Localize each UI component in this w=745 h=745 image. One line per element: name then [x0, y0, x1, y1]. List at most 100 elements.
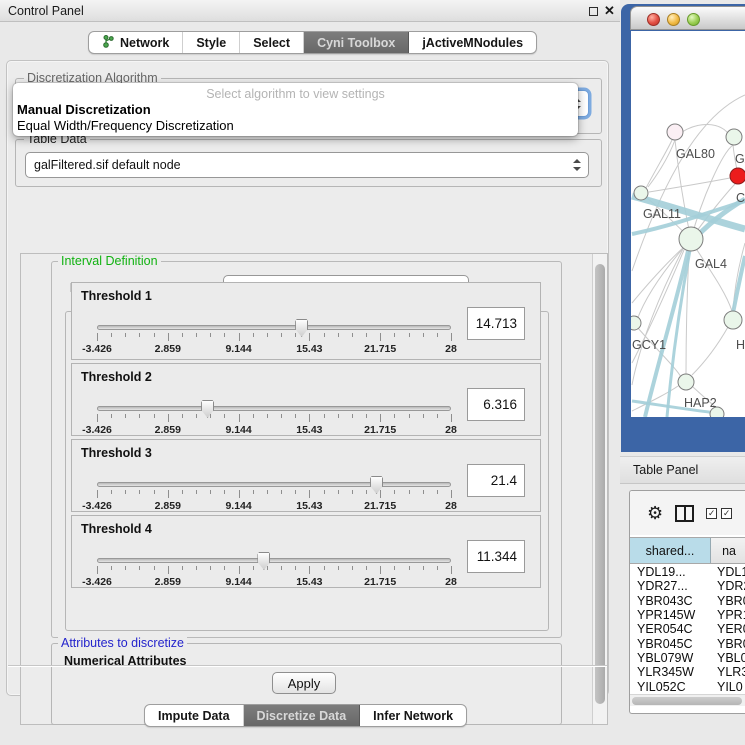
network-window: GAL80GACGAL11GAL4GCY1HHAP2 — [621, 4, 745, 452]
network-edge-weighted — [667, 245, 691, 417]
cell-name: YDL1 — [711, 565, 745, 579]
close-traffic-light-icon[interactable] — [647, 13, 660, 26]
threshold-slider-track[interactable] — [97, 558, 451, 563]
tick-label: 15.43 — [296, 424, 322, 436]
threshold-value-field[interactable]: 6.316 — [467, 388, 525, 421]
tick-label: 15.43 — [296, 500, 322, 512]
attributes-group-label: Attributes to discretize — [58, 637, 187, 650]
network-node-gal4[interactable] — [679, 227, 703, 251]
dropdown-option[interactable]: Equal Width/Frequency Discretization — [17, 118, 234, 133]
tick-label: -3.426 — [82, 500, 112, 512]
tab-impute-data[interactable]: Impute Data — [145, 705, 244, 726]
network-node-gal11[interactable] — [634, 186, 648, 200]
network-node-h[interactable] — [724, 311, 742, 329]
tab-network[interactable]: Network — [89, 32, 183, 53]
network-node[interactable] — [710, 407, 724, 417]
tick-label: 2.859 — [155, 576, 181, 588]
tick-label: 9.144 — [225, 343, 251, 355]
column-header-name[interactable]: na — [711, 538, 745, 563]
cell-shared-name: YER054C — [630, 622, 711, 636]
vertical-scrollbar[interactable] — [592, 254, 607, 724]
network-edge — [648, 140, 675, 187]
tick-label: 9.144 — [225, 424, 251, 436]
cell-shared-name: YLR345W — [630, 665, 711, 679]
threshold-label: Threshold 2 — [81, 370, 152, 384]
horizontal-scrollbar[interactable] — [630, 694, 745, 706]
threshold-value-field[interactable]: 14.713 — [467, 307, 525, 340]
network-node-c[interactable] — [730, 168, 745, 184]
table-row[interactable]: YIL052CYIL0 — [630, 679, 745, 693]
checkbox-checked-icon[interactable]: ✓ — [721, 508, 732, 519]
network-node-gcy1[interactable] — [631, 316, 641, 330]
network-canvas[interactable]: GAL80GACGAL11GAL4GCY1HHAP2 — [631, 31, 745, 417]
threshold-value-field[interactable]: 11.344 — [467, 540, 525, 573]
table-row[interactable]: YER054CYER0 — [630, 622, 745, 636]
zoom-traffic-light-icon[interactable] — [687, 13, 700, 26]
slider-ticks — [97, 414, 451, 422]
tab-discretize-data[interactable]: Discretize Data — [244, 705, 361, 726]
table-row[interactable]: YDR27...YDR2 — [630, 579, 745, 593]
network-node-label: GAL11 — [643, 207, 681, 221]
tick-label: -3.426 — [82, 424, 112, 436]
network-node-label: H — [736, 338, 745, 352]
horizontal-scrollbar-thumb[interactable] — [632, 697, 742, 705]
network-edge — [692, 327, 728, 375]
threshold-panel: Threshold 1-3.4262.8599.14415.4321.71528… — [71, 282, 541, 360]
table-data-combo[interactable]: galFiltered.sif default node — [25, 152, 589, 178]
network-edge-weighted — [645, 251, 688, 417]
tick-label: 28 — [445, 500, 457, 512]
float-window-icon[interactable] — [589, 7, 598, 16]
tick-label: 15.43 — [296, 576, 322, 588]
network-node-label: C — [736, 191, 745, 205]
vertical-scrollbar-thumb[interactable] — [595, 264, 605, 704]
network-node-label: GCY1 — [632, 338, 666, 352]
threshold-slider-track[interactable] — [97, 325, 451, 330]
slider-ticks — [97, 490, 451, 498]
minimize-traffic-light-icon[interactable] — [667, 13, 680, 26]
network-window-titlebar[interactable] — [630, 6, 745, 30]
cell-shared-name: YDL19... — [630, 565, 711, 579]
threshold-value-field[interactable]: 21.4 — [467, 464, 525, 497]
combo-stepper-icon[interactable] — [573, 159, 581, 171]
column-header-shared[interactable]: shared... — [630, 538, 711, 563]
tab-infer-network[interactable]: Infer Network — [360, 705, 466, 726]
network-node-hap2[interactable] — [678, 374, 694, 390]
settings-scroll-panel: Interval Definition Number of Intervals … — [20, 253, 608, 725]
slider-ticks — [97, 333, 451, 341]
tab-select[interactable]: Select — [240, 32, 304, 53]
slider-tick-labels: -3.4262.8599.14415.4321.71528 — [97, 424, 451, 435]
close-icon[interactable]: ✕ — [604, 3, 615, 19]
table-rows: YDL19...YDL1YDR27...YDR2YBR043CYBR0YPR14… — [630, 565, 745, 694]
table-row[interactable]: YPR145WYPR1 — [630, 608, 745, 622]
apply-button[interactable]: Apply — [272, 672, 336, 694]
tick-label: 21.715 — [364, 343, 396, 355]
apply-row: Apply — [8, 665, 607, 695]
threshold-slider-track[interactable] — [97, 406, 451, 411]
tick-label: 9.144 — [225, 500, 251, 512]
tick-label: 2.859 — [155, 424, 181, 436]
cell-name: YIL0 — [711, 680, 745, 694]
slider-tick-labels: -3.4262.8599.14415.4321.71528 — [97, 343, 451, 354]
tab-label: Impute Data — [158, 709, 230, 723]
interval-definition-group: Interval Definition Number of Intervals … — [51, 261, 562, 638]
table-row[interactable]: YBL079WYBL0 — [630, 651, 745, 665]
network-edge — [649, 178, 730, 192]
gear-icon[interactable]: ⚙ — [647, 504, 663, 522]
network-node[interactable] — [667, 124, 683, 140]
cell-name: YPR1 — [711, 608, 745, 622]
table-row[interactable]: YBR045CYBR0 — [630, 636, 745, 650]
table-row[interactable]: YDL19...YDL1 — [630, 565, 745, 579]
table-data-value: galFiltered.sif default node — [34, 158, 181, 172]
network-icon — [102, 34, 115, 51]
dropdown-option[interactable]: Manual Discretization — [17, 102, 151, 117]
tab-cyni-toolbox[interactable]: Cyni Toolbox — [304, 32, 409, 53]
split-columns-icon[interactable] — [675, 505, 694, 522]
table-row[interactable]: YBR043CYBR0 — [630, 594, 745, 608]
tab-style[interactable]: Style — [183, 32, 240, 53]
checkbox-checked-icon[interactable]: ✓ — [706, 508, 717, 519]
cell-name: YBR0 — [711, 637, 745, 651]
tab-jactivemnodules[interactable]: jActiveMNodules — [409, 32, 536, 53]
network-node-ga[interactable] — [726, 129, 742, 145]
threshold-slider-track[interactable] — [97, 482, 451, 487]
table-row[interactable]: YLR345WYLR3 — [630, 665, 745, 679]
